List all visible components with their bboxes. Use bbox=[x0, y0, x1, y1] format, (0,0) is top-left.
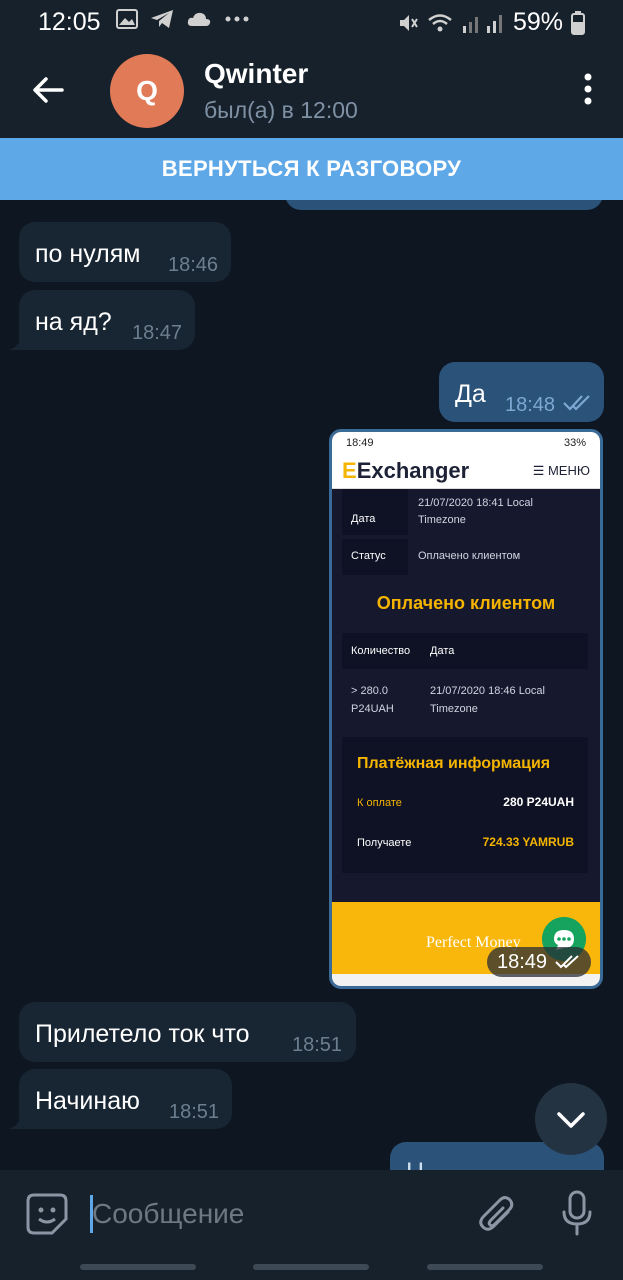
photo-receive-value: 724.33 YAMRUB bbox=[482, 835, 574, 849]
photo-status-battery: 33% bbox=[563, 437, 586, 449]
message-time: 18:47 bbox=[132, 322, 183, 344]
message-text: Прилетело ток что bbox=[35, 1020, 250, 1048]
message-bubble[interactable]: Начинаю 18:51 bbox=[19, 1069, 232, 1129]
photo-site-menu: ☰ МЕНЮ bbox=[532, 463, 590, 478]
photo-payment-box: Платёжная информация К оплате 280 P24UAH… bbox=[342, 737, 588, 873]
bubble-tail bbox=[8, 1115, 22, 1129]
read-double-check-icon bbox=[555, 955, 579, 969]
telegram-icon bbox=[151, 10, 173, 28]
attach-paperclip-icon[interactable] bbox=[478, 1192, 518, 1236]
photo-qty-header: Количество bbox=[351, 645, 411, 657]
message-bubble[interactable]: на яд? 18:47 bbox=[19, 290, 195, 350]
photo-site-header: EExchanger ☰ МЕНЮ bbox=[332, 454, 600, 489]
return-to-conversation-button[interactable]: ВЕРНУТЬСЯ К РАЗГОВОРУ bbox=[0, 138, 623, 200]
image-icon bbox=[116, 9, 138, 29]
photo-date-header: Дата bbox=[430, 645, 455, 657]
message-list[interactable]: по нулям 18:46 на яд? 18:47 Да 18:48 18:… bbox=[0, 200, 623, 1170]
back-arrow-icon[interactable] bbox=[28, 70, 68, 110]
wifi-icon bbox=[428, 13, 452, 31]
battery-icon bbox=[571, 10, 585, 35]
photo-date-value: 21/07/2020 18:41 Local Timezone bbox=[418, 497, 533, 526]
photo-payment-title: Платёжная информация bbox=[357, 755, 551, 772]
message-text: Н... bbox=[406, 1158, 445, 1170]
message-time: 18:51 bbox=[292, 1034, 343, 1056]
photo-time-badge: 18:49 bbox=[487, 947, 591, 977]
message-text: по нулям bbox=[35, 240, 141, 268]
message-time: 18:51 bbox=[169, 1101, 220, 1123]
battery-percent: 59% bbox=[512, 8, 563, 36]
photo-date-label-cell: Дата bbox=[342, 489, 408, 535]
status-time: 12:05 bbox=[38, 8, 101, 36]
photo-site-body: Дата 21/07/2020 18:41 Local Timezone Ста… bbox=[332, 489, 600, 903]
photo-to-pay-value: 280 P24UAH bbox=[503, 795, 574, 809]
photo-message[interactable]: 18:49 33% EExchanger ☰ МЕНЮ Дата 21/07/2… bbox=[329, 429, 603, 989]
nav-gesture-pill bbox=[253, 1264, 369, 1270]
menu-label: МЕНЮ bbox=[547, 463, 590, 478]
mute-icon bbox=[399, 14, 418, 31]
photo-to-pay-label: К оплате bbox=[357, 797, 402, 809]
microphone-icon[interactable] bbox=[560, 1190, 594, 1236]
message-time: 18:48 bbox=[505, 394, 556, 416]
last-seen-status: был(а) в 12:00 bbox=[204, 97, 358, 123]
photo-status-value: Оплачено клиентом bbox=[418, 550, 521, 562]
photo-time: 18:49 bbox=[497, 950, 548, 973]
nav-gesture-pill bbox=[427, 1264, 543, 1270]
message-bubble[interactable]: Прилетело ток что 18:51 bbox=[19, 1002, 356, 1062]
avatar[interactable]: Q bbox=[110, 54, 184, 128]
message-text: Начинаю bbox=[35, 1087, 140, 1115]
banner-label: ВЕРНУТЬСЯ К РАЗГОВОРУ bbox=[161, 156, 462, 181]
photo-status-label-cell: Статус bbox=[342, 539, 408, 575]
read-double-check-icon bbox=[563, 395, 590, 411]
photo-status-time: 18:49 bbox=[346, 437, 374, 449]
chat-header: Q Qwinter был(а) в 12:00 bbox=[0, 42, 623, 138]
message-time: 18:46 bbox=[168, 254, 219, 276]
logo-text: Exchanger bbox=[356, 458, 470, 483]
sticker-emoji-icon[interactable] bbox=[26, 1193, 68, 1235]
photo-status-bar: 18:49 33% bbox=[332, 432, 600, 454]
logo-letter: E bbox=[342, 458, 357, 483]
photo-receive-label: Получаете bbox=[357, 837, 412, 849]
scroll-to-bottom-button[interactable] bbox=[535, 1083, 607, 1155]
photo-date-label: Дата bbox=[351, 513, 376, 525]
cloud-icon bbox=[187, 12, 211, 26]
status-bar: 12:05 59% bbox=[0, 0, 623, 42]
signal-icon bbox=[462, 14, 502, 33]
photo-table-qty: > 280.0 P24UAH bbox=[351, 685, 394, 715]
photo-status-label: Статус bbox=[351, 550, 386, 562]
message-bubble-partial[interactable] bbox=[285, 200, 603, 210]
photo-table-date: 21/07/2020 18:46 Local Timezone bbox=[430, 685, 545, 715]
message-text: на яд? bbox=[35, 308, 112, 336]
message-input-bar: Сообщение bbox=[0, 1170, 623, 1280]
nav-gesture-pill bbox=[80, 1264, 196, 1270]
photo-headline: Оплачено клиентом bbox=[376, 593, 556, 613]
message-bubble[interactable]: по нулям 18:46 bbox=[19, 222, 231, 282]
more-vert-icon[interactable] bbox=[583, 72, 593, 106]
photo-table-header: Количество Дата bbox=[342, 633, 588, 669]
chevron-down-icon bbox=[557, 1112, 585, 1128]
more-dots-icon bbox=[225, 16, 249, 22]
photo-site-logo: EExchanger bbox=[342, 458, 469, 484]
contact-name[interactable]: Qwinter bbox=[204, 58, 308, 90]
message-text: Да bbox=[455, 380, 486, 408]
bubble-tail bbox=[8, 336, 22, 350]
message-input[interactable]: Сообщение bbox=[92, 1198, 244, 1230]
avatar-letter: Q bbox=[136, 75, 158, 106]
message-bubble[interactable]: Да 18:48 bbox=[439, 362, 604, 422]
